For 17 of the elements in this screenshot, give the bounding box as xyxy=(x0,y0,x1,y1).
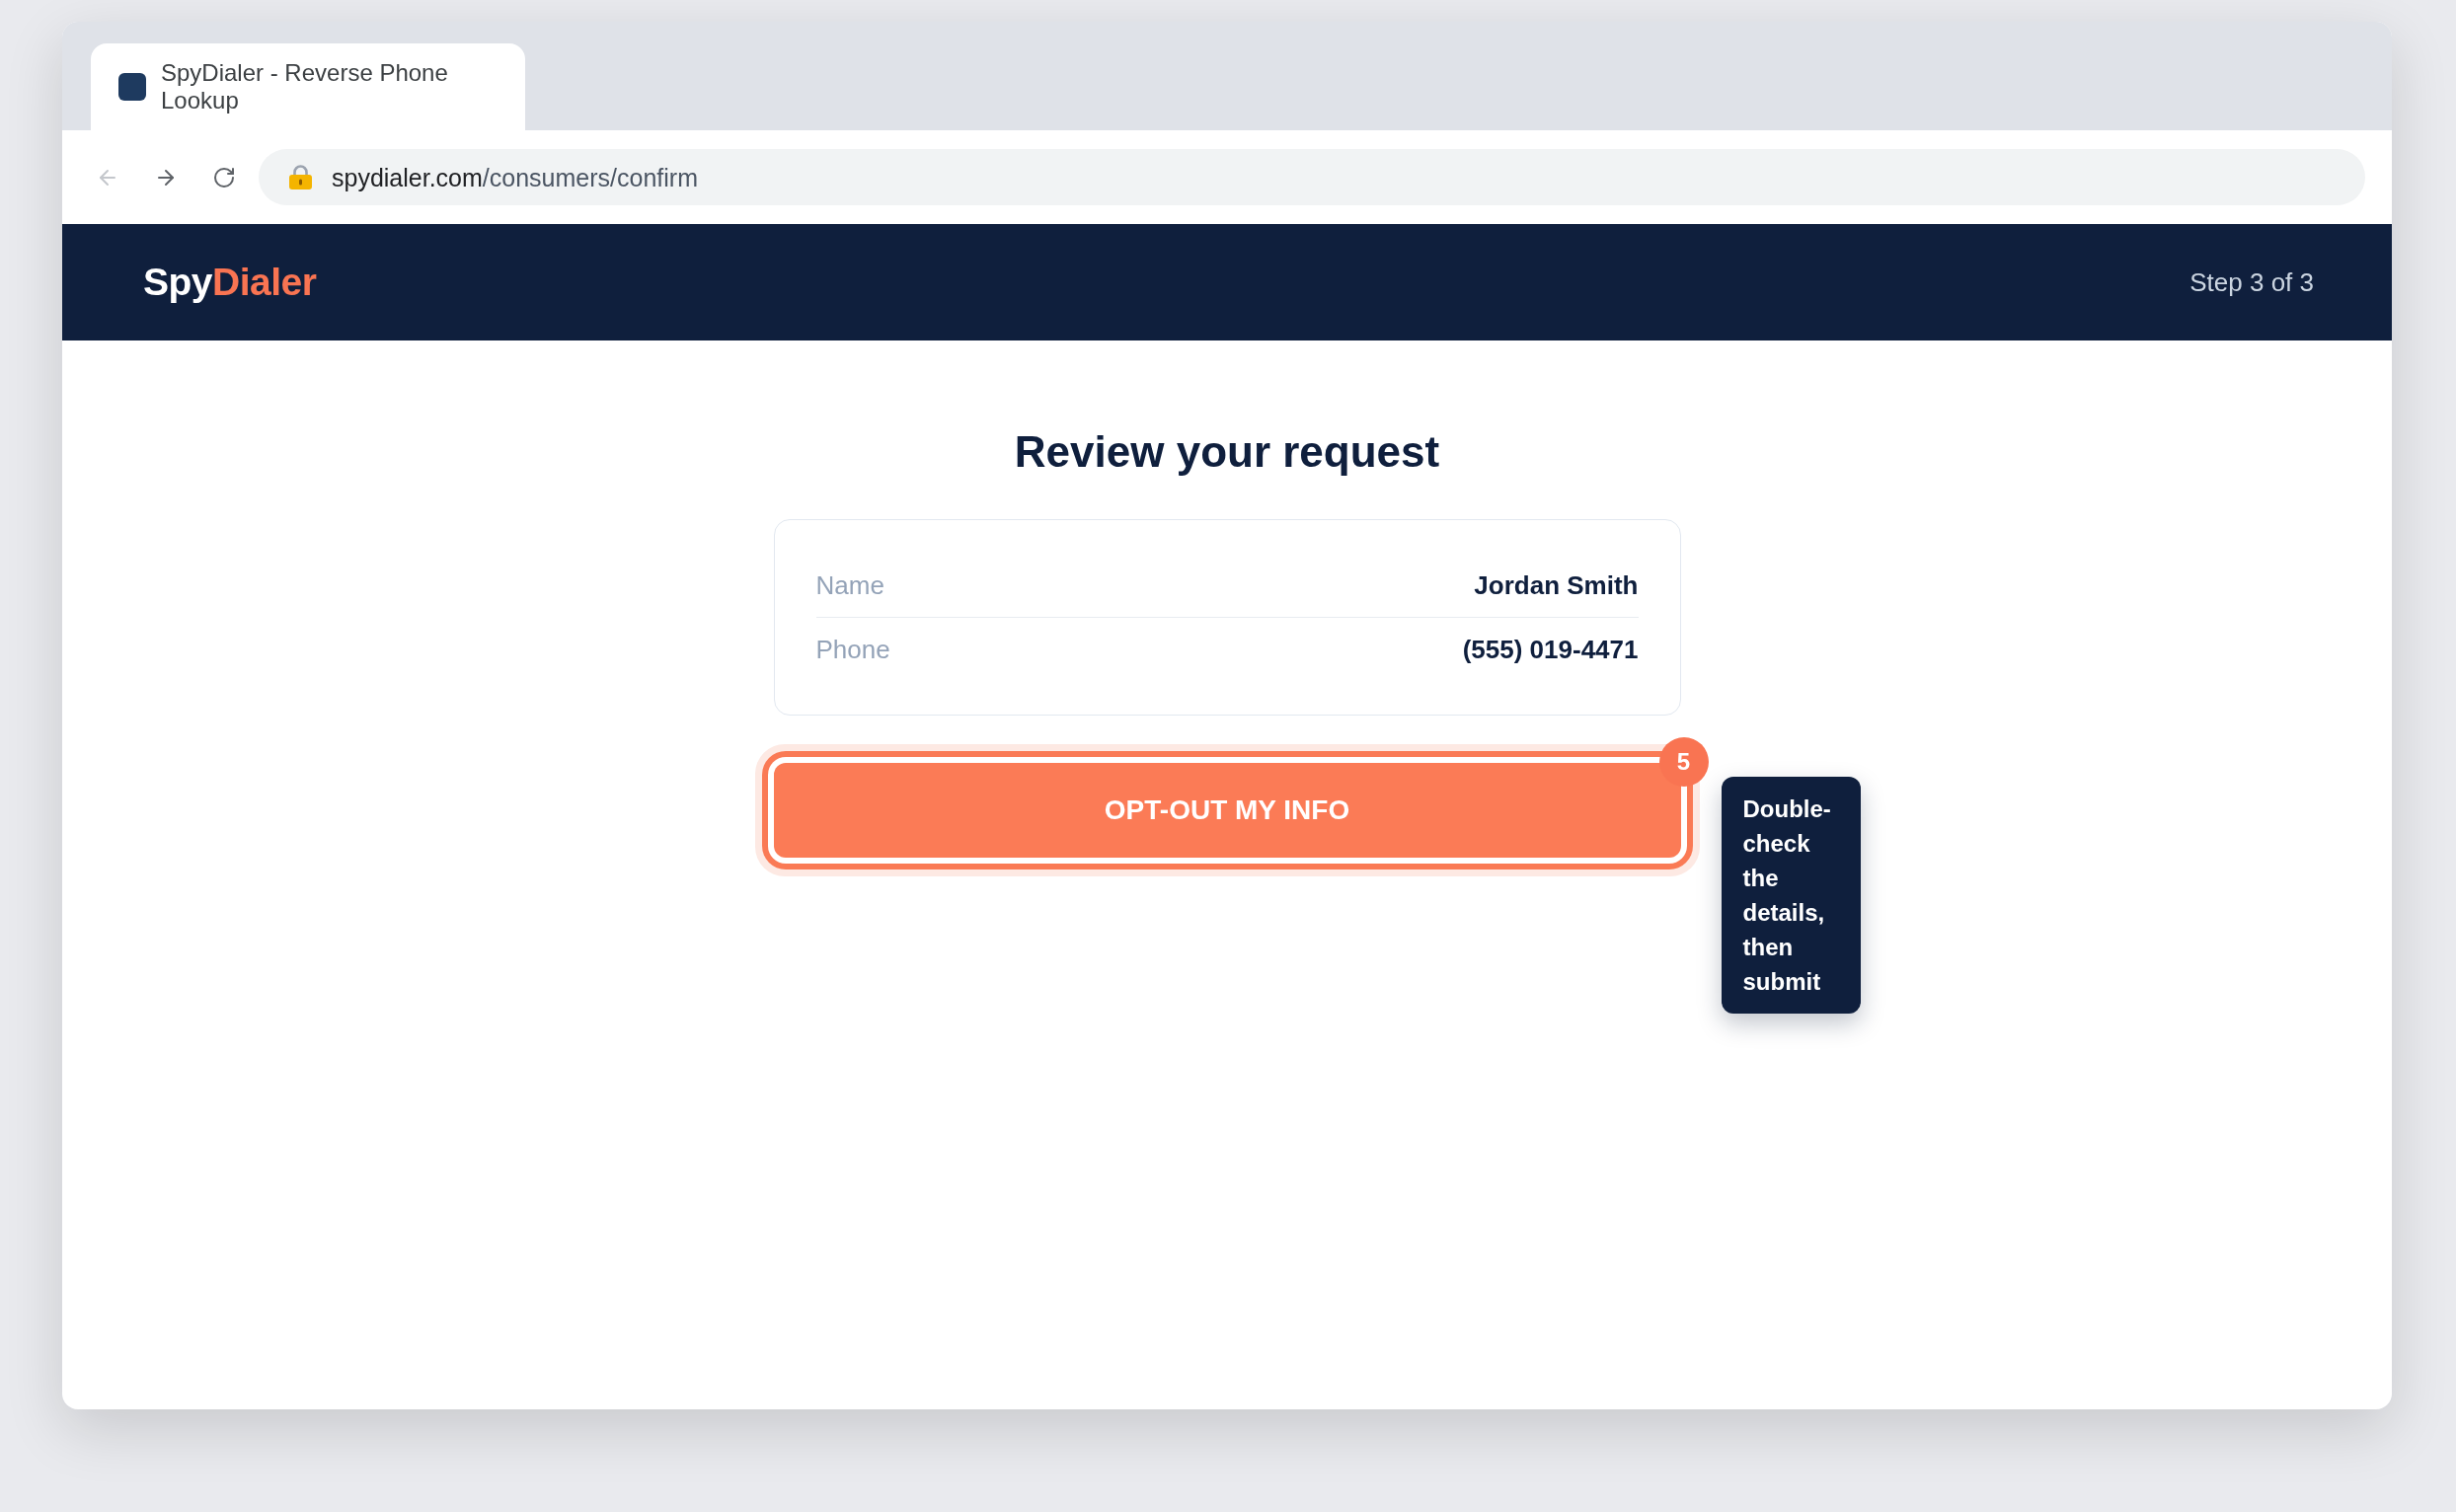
tooltip: Double-check the details, then submit xyxy=(1721,777,1861,1014)
reload-button[interactable] xyxy=(212,165,236,189)
detail-value: Jordan Smith xyxy=(1474,569,1639,601)
detail-label: Name xyxy=(815,569,884,601)
reload-icon xyxy=(212,165,236,189)
logo[interactable]: SpyDialer xyxy=(143,260,317,305)
tab-title: SpyDialer - Reverse Phone Lookup xyxy=(161,59,449,114)
detail-label: Phone xyxy=(815,634,890,665)
address-bar[interactable]: spydialer.com/consumers/confirm xyxy=(259,149,2365,205)
detail-value: (555) 019-4471 xyxy=(1462,634,1639,665)
favicon-icon xyxy=(118,73,146,101)
page-title: Review your request xyxy=(1014,426,1440,478)
url-text: spydialer.com/consumers/confirm xyxy=(332,162,698,192)
count-badge: 5 xyxy=(1658,737,1709,787)
browser-tab[interactable]: SpyDialer - Reverse Phone Lookup xyxy=(91,43,525,130)
lock-icon xyxy=(289,165,312,189)
step-indicator: Step 3 of 3 xyxy=(2189,266,2314,298)
